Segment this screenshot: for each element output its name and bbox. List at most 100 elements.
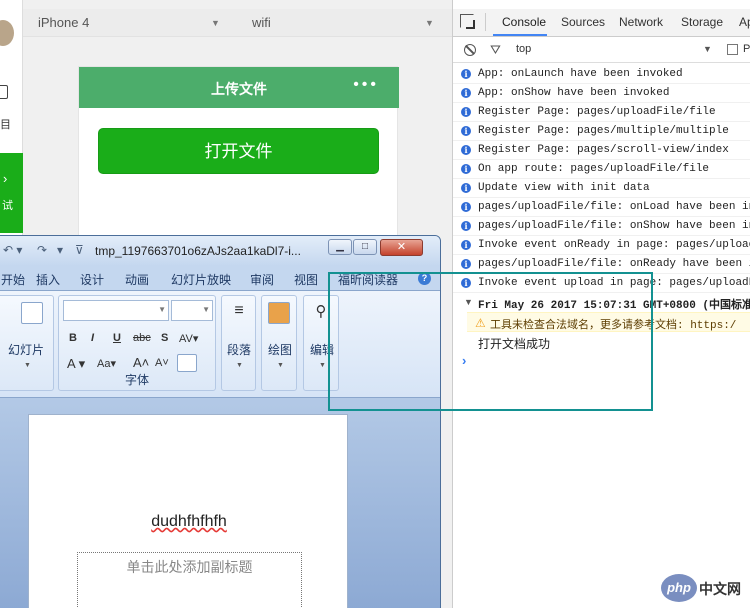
- more-menu-icon[interactable]: •••: [353, 76, 379, 94]
- info-icon: i: [461, 145, 471, 155]
- char-spacing-button[interactable]: AV▾: [179, 332, 198, 345]
- inspect-element-icon[interactable]: [460, 14, 474, 28]
- window-titlebar[interactable]: ↶ ▾ ↷ ▾ ⊽ tmp_1197663701o6zAJs2aa1kaDl7-…: [0, 236, 440, 266]
- watermark-text: 中文网: [699, 581, 741, 597]
- chevron-down-icon: ▼: [158, 305, 166, 314]
- watermark-logo: php: [661, 574, 697, 602]
- minimize-button[interactable]: ▁: [328, 239, 352, 255]
- underline-button[interactable]: U: [113, 332, 121, 344]
- log-entry: i App: onLaunch have been invoked: [453, 65, 750, 84]
- info-icon: i: [461, 107, 471, 117]
- chevron-down-icon[interactable]: ▼: [703, 44, 712, 54]
- filter-icon[interactable]: ⛛: [490, 42, 501, 58]
- drawing-label[interactable]: 绘图: [268, 341, 292, 358]
- avatar[interactable]: [0, 20, 14, 46]
- sidebar-item-debug[interactable]: › 试: [0, 153, 23, 233]
- redo-icon[interactable]: ↷: [37, 243, 47, 257]
- tab-slideshow[interactable]: 幻灯片放映: [171, 271, 231, 288]
- close-button[interactable]: ✕: [380, 239, 423, 256]
- info-icon: i: [461, 126, 471, 136]
- log-text: pages/uploadFile/file: onShow have been …: [478, 220, 750, 232]
- log-text: pages/uploadFile/file: onReady have been…: [478, 258, 750, 270]
- devtools-tabs: Console Sources Network Storage Ap: [453, 9, 750, 37]
- tab-design[interactable]: 设计: [80, 271, 104, 288]
- undo-icon[interactable]: ↶ ▾: [3, 243, 22, 257]
- console-toolbar: ⛛ top ▼ P: [453, 37, 750, 63]
- sidebar-item-label: 目: [0, 119, 11, 131]
- bold-button[interactable]: B: [69, 332, 77, 344]
- log-entry: i Register Page: pages/scroll-view/index: [453, 141, 750, 160]
- log-entry: i App: onShow have been invoked: [453, 84, 750, 103]
- page-title: 上传文件: [211, 81, 267, 97]
- info-icon: i: [461, 221, 471, 231]
- ribbon-group-drawing: 绘图 ▼: [261, 295, 297, 391]
- device-select[interactable]: iPhone 4: [38, 15, 89, 30]
- info-icon: i: [461, 88, 471, 98]
- strikethrough-button[interactable]: abc: [133, 332, 151, 344]
- subtitle-placeholder[interactable]: 单击此处添加副标题: [77, 552, 302, 608]
- log-text: pages/uploadFile/file: onLoad have been …: [478, 201, 750, 213]
- slide[interactable]: dudhfhfhfh 单击此处添加副标题: [28, 414, 348, 608]
- network-select[interactable]: wifi: [252, 15, 271, 30]
- chevron-down-icon[interactable]: ▼: [425, 18, 434, 28]
- log-entry: i Invoke event onReady in page: pages/upl…: [453, 236, 750, 255]
- new-slide-icon[interactable]: [21, 302, 43, 324]
- font-group-label: 字体: [124, 373, 149, 387]
- maximize-button[interactable]: □: [353, 239, 377, 255]
- screen: 目 › 试 iPhone 4 ▼ wifi ▼ 上传文件 ••• 打开文件 Co…: [0, 0, 750, 608]
- clear-console-icon[interactable]: [464, 44, 476, 56]
- shapes-icon[interactable]: [268, 302, 290, 324]
- tab-sources[interactable]: Sources: [561, 15, 605, 29]
- clear-formatting-icon[interactable]: [177, 354, 197, 372]
- slides-label[interactable]: 幻灯片: [8, 341, 44, 358]
- paragraph-label[interactable]: 段落: [227, 341, 251, 358]
- tab-console[interactable]: Console: [502, 15, 546, 29]
- open-file-button[interactable]: 打开文件: [98, 128, 379, 174]
- log-text: Invoke event onReady in page: pages/uplo…: [478, 239, 750, 251]
- change-case-button[interactable]: Aa▾: [97, 357, 116, 370]
- log-entry: i On app route: pages/uploadFile/file: [453, 160, 750, 179]
- font-family-select[interactable]: ▼: [63, 300, 169, 321]
- font-size-select[interactable]: ▼: [171, 300, 213, 321]
- context-select[interactable]: top: [516, 43, 531, 55]
- ribbon-group-slides: 幻灯片 ▼: [0, 295, 54, 391]
- tab-insert[interactable]: 插入: [36, 271, 60, 288]
- tab-view[interactable]: 视图: [294, 271, 318, 288]
- customize-toolbar-icon[interactable]: ⊽: [75, 243, 84, 257]
- chevron-down-icon: ▼: [202, 305, 210, 314]
- sidebar-item-debug-label: 试: [2, 200, 13, 212]
- info-icon: i: [461, 164, 471, 174]
- chevron-down-icon[interactable]: ▼: [236, 362, 243, 369]
- font-color-button[interactable]: A ▾: [67, 356, 85, 372]
- tab-home[interactable]: 开始: [1, 271, 25, 288]
- quick-access-more-icon[interactable]: ▾: [57, 243, 63, 257]
- tab-animations[interactable]: 动画: [125, 271, 149, 288]
- editor-icon[interactable]: [0, 85, 8, 99]
- chevron-down-icon[interactable]: ▼: [277, 362, 284, 369]
- info-icon: i: [461, 183, 471, 193]
- chevron-down-icon[interactable]: ▼: [319, 362, 326, 369]
- tab-storage[interactable]: Storage: [681, 15, 723, 29]
- log-text: Update view with init data: [478, 182, 650, 194]
- log-text: App: onShow have been invoked: [478, 87, 670, 99]
- tab-appdata[interactable]: Ap: [739, 15, 750, 29]
- chevron-down-icon[interactable]: ▼: [211, 18, 220, 28]
- info-icon: i: [461, 69, 471, 79]
- shadow-button[interactable]: S: [161, 332, 168, 344]
- align-text-icon[interactable]: ≡: [228, 302, 250, 324]
- grow-font-button[interactable]: A˄: [133, 355, 149, 370]
- tab-review[interactable]: 审阅: [250, 271, 274, 288]
- info-icon: i: [461, 202, 471, 212]
- log-text: Register Page: pages/uploadFile/file: [478, 106, 716, 118]
- preserve-log-checkbox[interactable]: [727, 44, 738, 55]
- log-entry: i pages/uploadFile/file: onShow have been…: [453, 217, 750, 236]
- tab-network[interactable]: Network: [619, 15, 663, 29]
- chevron-down-icon[interactable]: ▼: [24, 362, 31, 369]
- divider: [485, 13, 486, 31]
- shrink-font-button[interactable]: A˅: [155, 357, 169, 369]
- slide-title[interactable]: dudhfhfhfh: [29, 513, 349, 531]
- log-text: App: onLaunch have been invoked: [478, 68, 683, 80]
- window-title: tmp_1197663701o6zAJs2aa1kaDl7-i...: [95, 244, 301, 258]
- log-text: On app route: pages/uploadFile/file: [478, 163, 710, 175]
- italic-button[interactable]: I: [91, 332, 94, 344]
